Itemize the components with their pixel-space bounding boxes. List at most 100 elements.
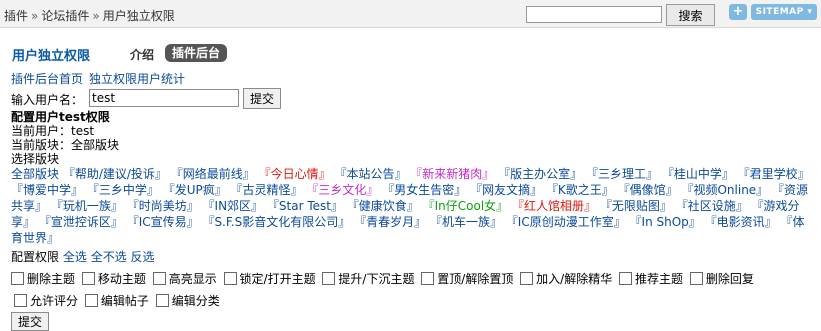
forum-link[interactable]: 『桂山中学』 [662, 167, 734, 181]
forum-link[interactable]: 『健康饮食』 [347, 199, 419, 213]
permission-item: 推荐主题 [616, 272, 683, 286]
username-input[interactable] [89, 89, 239, 107]
forum-link[interactable]: 『时尚美坊』 [127, 199, 199, 213]
forum-link[interactable]: 『版主办公室』 [498, 167, 582, 181]
permission-label: 编辑分类 [171, 294, 220, 308]
forum-link[interactable]: 『IN郊区』 [203, 199, 264, 213]
forum-link[interactable]: 『古灵精怪』 [231, 183, 303, 197]
page-title: 用户独立权限 [12, 49, 91, 64]
forum-link[interactable]: 『网友文摘』 [470, 183, 542, 197]
forum-link[interactable]: 『In仔Cool女』 [423, 199, 509, 213]
select-none-link[interactable]: 全不选 [91, 250, 127, 264]
forum-link[interactable]: 『K歌之王』 [546, 183, 614, 197]
forum-link[interactable]: 『社区设施』 [676, 199, 748, 213]
permission-item: 锁定/打开主题 [221, 272, 316, 286]
username-submit-button[interactable]: 提交 [243, 88, 281, 109]
username-form: 输入用户名： 提交 [11, 88, 821, 110]
link-user-stats[interactable]: 独立权限用户统计 [89, 72, 185, 86]
select-all-link[interactable]: 全选 [63, 250, 87, 264]
permission-checkbox[interactable] [619, 272, 633, 285]
forum-link[interactable]: 『三乡中学』 [87, 183, 159, 197]
forum-link-all[interactable]: 全部版块 [11, 167, 59, 181]
admin-links: 插件后台首页 独立权限用户统计 [11, 72, 821, 86]
breadcrumb-separator: » [31, 9, 39, 23]
forum-link[interactable]: 『宣泄控诉区』 [39, 215, 123, 229]
invert-selection-link[interactable]: 反选 [131, 250, 155, 264]
permission-checkbox[interactable] [520, 272, 534, 285]
forum-link[interactable]: 『视频Online』 [681, 183, 768, 197]
permission-checkbox[interactable] [155, 294, 169, 307]
forum-link[interactable]: 『IC原创动漫工作室』 [506, 215, 626, 229]
permission-item: 加入/解除精华 [517, 272, 612, 286]
breadcrumb-plugins[interactable]: 插件 [4, 9, 28, 23]
permission-label: 删除主题 [27, 272, 76, 286]
forum-link[interactable]: 『发UP疯』 [163, 183, 227, 197]
current-forum: 当前版块：全部版块 [11, 138, 120, 152]
permission-checkbox[interactable] [223, 272, 237, 285]
forum-link[interactable]: 『In ShOp』 [630, 215, 701, 229]
forum-link[interactable]: 『网络最前线』 [171, 167, 255, 181]
forum-link[interactable]: 『君里学校』 [738, 167, 810, 181]
tab-plugin-admin[interactable]: 插件后台 [165, 44, 228, 62]
permission-label: 提升/下沉主题 [338, 272, 415, 286]
permission-label: 加入/解除精华 [536, 272, 613, 286]
permission-item: 删除主题 [11, 272, 75, 286]
permission-item: 移动主题 [79, 272, 146, 286]
tab-intro[interactable]: 介绍 [130, 46, 154, 63]
submit-button[interactable]: 提交 [11, 312, 49, 331]
config-title: 配置用户test权限 [11, 110, 110, 124]
breadcrumb-forum-plugins[interactable]: 论坛插件 [41, 9, 89, 23]
forum-link[interactable]: 『偶像馆』 [618, 183, 678, 197]
current-user: 当前用户：test [11, 124, 95, 138]
plus-icon[interactable]: + [729, 4, 747, 20]
search-button[interactable]: 搜索 [666, 4, 715, 26]
forum-link[interactable]: 『IC宣传易』 [127, 215, 199, 229]
breadcrumb-separator: » [92, 9, 100, 23]
permission-label: 高亮显示 [168, 272, 217, 286]
permission-label: 锁定/打开主题 [239, 272, 316, 286]
forum-link[interactable]: 『博爱中学』 [11, 183, 83, 197]
permission-item: 编辑帖子 [82, 294, 149, 308]
forum-link[interactable]: 『新来新猪肉』 [410, 167, 494, 181]
permission-checkbox[interactable] [152, 272, 166, 285]
forum-link[interactable]: 『机车一族』 [430, 215, 502, 229]
permission-checkbox[interactable] [81, 272, 95, 285]
permission-label: 推荐主题 [635, 272, 684, 286]
select-forum-label: 选择版块 [11, 152, 60, 166]
forum-link[interactable]: 『电影资讯』 [705, 215, 777, 229]
forum-link[interactable]: 『男女生告密』 [382, 183, 466, 197]
top-bar: 插件» 论坛插件» 用户独立权限 搜索 + SITEMAP ▾ [0, 0, 821, 28]
permission-item: 删除回复 [687, 272, 754, 286]
forum-link[interactable]: 『S.F.S影音文化有限公司』 [202, 215, 350, 229]
forum-link[interactable]: 『三乡文化』 [306, 183, 378, 197]
username-label: 输入用户名： [11, 93, 84, 107]
permission-item: 允许评分 [11, 294, 78, 308]
forum-link[interactable]: 『帮助/建议/投诉』 [63, 167, 167, 181]
forum-link[interactable]: 『青春岁月』 [354, 215, 426, 229]
forum-link[interactable]: 『无限贴图』 [600, 199, 672, 213]
forum-link[interactable]: 『三乡理工』 [586, 167, 658, 181]
permission-item: 置顶/解除置顶 [418, 272, 513, 286]
main-content: 插件后台首页独立权限用户统计 输入用户名： 提交 配置用户test权限 当前用户… [11, 72, 821, 331]
permission-checkbox[interactable] [421, 272, 435, 285]
sitemap-button[interactable]: SITEMAP ▾ [751, 4, 817, 20]
forum-link[interactable]: 『今日心情』 [259, 167, 331, 181]
permission-checkbox[interactable] [11, 272, 24, 285]
forum-link[interactable]: 『Star Test』 [267, 199, 343, 213]
forum-link[interactable]: 『玩机一族』 [51, 199, 123, 213]
breadcrumb-current: 用户独立权限 [102, 9, 175, 23]
breadcrumb: 插件» 论坛插件» 用户独立权限 [4, 7, 175, 24]
permission-checkbox[interactable] [322, 272, 336, 285]
permission-label: 置顶/解除置顶 [437, 272, 514, 286]
link-admin-home[interactable]: 插件后台首页 [11, 72, 83, 86]
forum-link[interactable]: 『本站公告』 [334, 167, 406, 181]
perm-header-label: 配置权限 [11, 250, 60, 264]
forum-list: 全部版块 『帮助/建议/投诉』 『网络最前线』 『今日心情』 『本站公告』 『新… [11, 166, 811, 246]
permission-checkbox[interactable] [84, 294, 98, 307]
permission-checkbox[interactable] [14, 294, 27, 307]
permission-item: 高亮显示 [150, 272, 217, 286]
forum-link[interactable]: 『红人馆相册』 [512, 199, 596, 213]
permission-checkbox[interactable] [689, 272, 703, 285]
permission-label: 移动主题 [97, 272, 146, 286]
search-input[interactable] [526, 6, 662, 23]
